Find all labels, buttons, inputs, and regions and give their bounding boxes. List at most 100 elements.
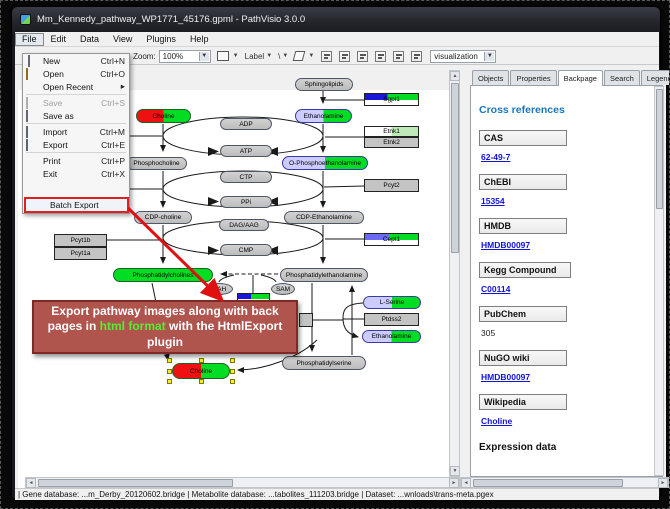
node-sah[interactable]: SAH — [206, 283, 233, 295]
node-phosphatidylserine[interactable]: Phosphatidylserine — [282, 356, 366, 370]
gene-box-sgpl1[interactable]: Sgpl1 — [364, 93, 419, 106]
crossref-link[interactable]: HMDB00097 — [481, 240, 530, 250]
stack-horizontal-icon[interactable] — [411, 51, 422, 62]
menu-plugins[interactable]: Plugins — [139, 33, 183, 46]
chevron-down-icon[interactable]: ▼ — [233, 53, 239, 59]
node-sphingolipids[interactable]: Sphingolipids — [295, 78, 353, 91]
selection-handle[interactable] — [167, 379, 172, 384]
node-sam[interactable]: SAM — [271, 283, 295, 295]
panel-vertical-scrollbar[interactable] — [654, 86, 664, 476]
chevron-down-icon[interactable]: ▼ — [308, 53, 314, 59]
scroll-left-icon[interactable]: ◄ — [26, 478, 36, 488]
align-horizontal-center-icon[interactable] — [321, 51, 332, 62]
gene-box-pcyt1b[interactable]: Pcyt1b — [54, 234, 107, 247]
crossref-link[interactable]: 15354 — [481, 196, 505, 206]
menu-help[interactable]: Help — [183, 33, 216, 46]
menu-item-open[interactable]: Open Ctrl+O — [23, 67, 129, 80]
menu-item-batch-export[interactable]: Batch Export — [24, 197, 129, 213]
canvas-horizontal-scrollbar[interactable]: ◄ ► — [25, 477, 460, 488]
node-choline-selected[interactable]: Choline — [172, 363, 230, 379]
selection-handle[interactable] — [167, 369, 172, 374]
menu-view[interactable]: View — [106, 33, 139, 46]
menu-item-export[interactable]: Export Ctrl+E — [23, 138, 129, 151]
zoom-label: Zoom: — [133, 52, 156, 61]
canvas-vertical-scrollbar[interactable]: ▲ ▼ — [449, 70, 460, 477]
node-phosphatidylethanolamine[interactable]: Phosphatidylethanolamine — [280, 268, 368, 282]
menu-item-print[interactable]: Print Ctrl+P — [23, 154, 129, 167]
tab-properties[interactable]: Properties — [510, 70, 556, 85]
menu-file[interactable]: File — [15, 33, 44, 46]
node-cmp[interactable]: CMP — [220, 244, 272, 256]
gene-box-pcyt1a[interactable]: Pcyt1a — [54, 247, 107, 260]
scroll-left-icon[interactable]: ◄ — [461, 478, 471, 488]
chevron-down-icon[interactable]: ▼ — [282, 53, 288, 59]
node-adp[interactable]: ADP — [220, 118, 272, 130]
node-ppi[interactable]: PPi — [220, 196, 272, 208]
node-dag-aag[interactable]: DAG/AAG — [219, 219, 269, 231]
scroll-right-icon[interactable]: ► — [449, 478, 459, 488]
crossref-link[interactable]: 62-49-7 — [481, 152, 510, 162]
selection-handle[interactable] — [167, 358, 172, 363]
scrollbar-thumb[interactable] — [451, 83, 459, 253]
node-cdp-choline[interactable]: CDP-choline — [134, 211, 192, 224]
crossref-link[interactable]: Choline — [481, 416, 512, 426]
tab-legend[interactable]: Legend — [641, 70, 670, 85]
selection-handle[interactable] — [230, 358, 235, 363]
node-choline[interactable]: Choline — [136, 109, 191, 123]
menu-item-import[interactable]: Import Ctrl+M — [23, 125, 129, 138]
node-o-phosphoethanolamine[interactable]: O-Phosphoethanolamine — [282, 156, 368, 170]
selection-handle[interactable] — [199, 358, 204, 363]
stack-vertical-icon[interactable] — [393, 51, 404, 62]
gene-box-cept1[interactable]: Cept1 — [364, 233, 419, 246]
node-ethanolamine-bottom[interactable]: Ethanolamine — [362, 330, 421, 343]
crossref-db-name: NuGO wiki — [479, 350, 567, 366]
node-cdp-ethanolamine[interactable]: CDP-Ethanolamine — [284, 211, 364, 224]
line-tool-button[interactable]: \ ▼ — [278, 50, 288, 63]
datanode-tool-button[interactable]: ▼ — [217, 50, 239, 63]
scroll-down-icon[interactable]: ▼ — [450, 466, 460, 476]
node-phosphocholine[interactable]: Phosphocholine — [126, 157, 187, 170]
chevron-down-icon[interactable]: ▼ — [266, 53, 272, 59]
chevron-down-icon[interactable]: ▼ — [199, 52, 209, 61]
tab-backpage[interactable]: Backpage — [558, 70, 603, 86]
gene-box-unlabeled[interactable] — [299, 313, 313, 327]
gene-box-ptdss2[interactable]: Ptdss2 — [364, 313, 419, 326]
node-ethanolamine-top[interactable]: Ethanolamine — [295, 109, 352, 123]
scrollbar-thumb[interactable] — [473, 479, 623, 487]
zoom-combobox[interactable]: 100% ▼ — [159, 50, 211, 63]
scroll-up-icon[interactable]: ▲ — [450, 71, 460, 81]
scrollbar-thumb[interactable] — [38, 479, 233, 487]
gene-box-pcyt2[interactable]: Pcyt2 — [364, 179, 419, 192]
menu-item-new[interactable]: New Ctrl+N — [23, 54, 129, 67]
menu-item-save[interactable]: Save Ctrl+S — [23, 96, 129, 109]
tab-search[interactable]: Search — [604, 70, 640, 85]
visualization-combobox[interactable]: visualization ▼ — [430, 50, 496, 63]
gene-box-etnk1[interactable]: Etnk1 — [364, 126, 419, 137]
menu-data[interactable]: Data — [73, 33, 106, 46]
title-bar[interactable]: Mm_Kennedy_pathway_WP1771_45176.gpml - P… — [12, 7, 660, 32]
align-vertical-center-icon[interactable] — [339, 51, 350, 62]
scroll-right-icon[interactable]: ► — [658, 478, 668, 488]
scrollbar-thumb[interactable] — [656, 89, 663, 209]
crossref-link[interactable]: HMDB00097 — [481, 372, 530, 382]
node-phosphatidylcholines[interactable]: Phosphatidylcholines — [113, 268, 213, 282]
chevron-down-icon[interactable]: ▼ — [484, 52, 494, 61]
node-l-serine[interactable]: L-Serine — [363, 296, 421, 309]
node-atp[interactable]: ATP — [220, 145, 272, 157]
common-width-icon[interactable] — [357, 51, 368, 62]
common-height-icon[interactable] — [375, 51, 386, 62]
node-ctp[interactable]: CTP — [220, 171, 272, 183]
menu-item-save-as[interactable]: Save as — [23, 109, 129, 122]
crossref-link[interactable]: C00114 — [481, 284, 510, 294]
menu-item-open-recent[interactable]: Open Recent ▸ — [23, 80, 129, 93]
label-tool-button[interactable]: Label ▼ — [245, 50, 273, 63]
selection-handle[interactable] — [199, 379, 204, 384]
panel-horizontal-scrollbar[interactable]: ◄ ► — [460, 477, 669, 488]
selection-handle[interactable] — [230, 379, 235, 384]
menu-item-exit[interactable]: Exit Ctrl+X — [23, 167, 129, 180]
tab-objects[interactable]: Objects — [472, 70, 509, 85]
gene-box-etnk2[interactable]: Etnk2 — [364, 137, 419, 148]
selection-handle[interactable] — [230, 369, 235, 374]
menu-edit[interactable]: Edit — [44, 33, 74, 46]
shape-tool-button[interactable]: ▼ — [294, 50, 314, 63]
